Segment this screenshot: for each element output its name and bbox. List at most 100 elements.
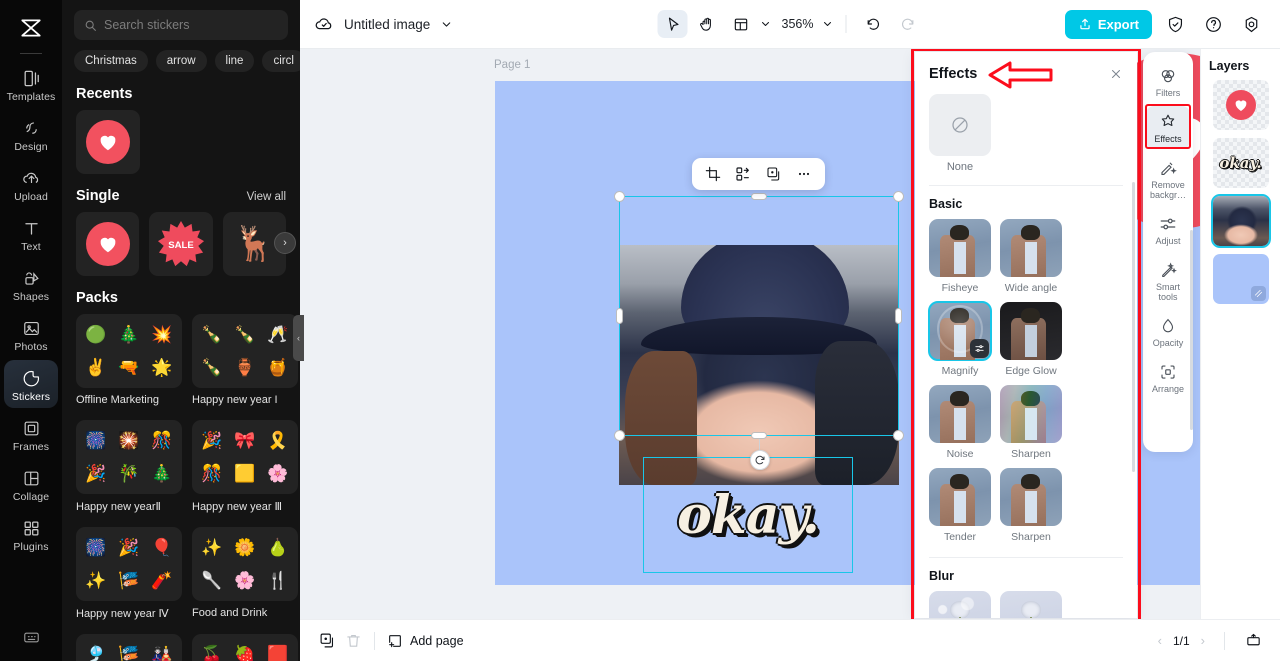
- effect-none-tile[interactable]: [929, 94, 991, 156]
- duplicate-icon[interactable]: [762, 162, 786, 186]
- effect-item-edge-glow[interactable]: Edge Glow: [1000, 302, 1062, 377]
- sidebar-item-frames[interactable]: Frames: [4, 410, 58, 458]
- pack-item[interactable]: ✨ 🌼 🍐 🥄 🌸 🍴 Food and Drink: [192, 527, 298, 630]
- duplicate-page-icon[interactable]: [314, 628, 340, 654]
- keyboard-icon[interactable]: [22, 628, 41, 647]
- hand-tool-button[interactable]: [692, 10, 722, 38]
- document-title[interactable]: Untitled image: [344, 17, 430, 32]
- undo-button[interactable]: [858, 10, 888, 38]
- layer-item-okay-text[interactable]: okay.: [1212, 138, 1269, 188]
- sidebar-item-collage[interactable]: Collage: [4, 460, 58, 508]
- tools-rail-scrollbar[interactable]: [1190, 230, 1193, 430]
- tool-filters[interactable]: Filters: [1146, 60, 1190, 103]
- shield-check-icon[interactable]: [1160, 10, 1190, 38]
- upload-icon: [20, 167, 42, 189]
- tool-remove-background[interactable]: Remove backgr…: [1146, 152, 1190, 205]
- present-icon[interactable]: [1240, 628, 1266, 654]
- text-layer-selection-box[interactable]: okay.: [643, 457, 853, 573]
- sidebar-item-templates[interactable]: Templates: [4, 60, 58, 108]
- add-page-button[interactable]: Add page: [387, 633, 464, 649]
- layout-chevron-down-icon[interactable]: [760, 18, 772, 30]
- chevron-left-icon[interactable]: ‹: [1154, 633, 1166, 648]
- effect-item-fisheye[interactable]: Fisheye: [929, 219, 991, 294]
- select-tool-button[interactable]: [657, 10, 688, 38]
- effect-item-sharpen[interactable]: Sharpen: [1000, 385, 1062, 460]
- pack-item[interactable]: 🍾 🍾 🥂 🍾 🏺 🍯 Happy new year I: [192, 314, 298, 416]
- redo-button[interactable]: [892, 10, 922, 38]
- rotate-handle[interactable]: [750, 450, 770, 470]
- split-shape-icon[interactable]: [731, 162, 755, 186]
- tool-adjust[interactable]: Adjust: [1146, 208, 1190, 251]
- carousel-next-button[interactable]: ›: [274, 232, 296, 254]
- panel-collapse-handle[interactable]: ‹: [293, 315, 304, 361]
- gear-icon[interactable]: [1236, 10, 1266, 38]
- sidebar-item-stickers[interactable]: Stickers: [4, 360, 58, 408]
- photo-selection-box[interactable]: [614, 191, 904, 441]
- single-heading: Single: [76, 188, 120, 204]
- sidebar-item-photos[interactable]: Photos: [4, 310, 58, 358]
- effect-thumbnail: [1000, 591, 1062, 618]
- resize-handle-bottom-right[interactable]: [893, 430, 904, 441]
- trash-icon[interactable]: [340, 628, 366, 654]
- effect-item-noise[interactable]: Noise: [929, 385, 991, 460]
- zoom-level-value[interactable]: 356%: [782, 17, 814, 31]
- sidebar-item-plugins[interactable]: Plugins: [4, 510, 58, 558]
- pack-thumbnail: 🎐 🎏 🎎: [76, 634, 182, 661]
- shapes-icon: [20, 267, 42, 289]
- sticker-item-heart[interactable]: [76, 110, 140, 174]
- effect-item-sharpen-2[interactable]: Sharpen: [1000, 468, 1062, 543]
- resize-handle-left[interactable]: [616, 308, 623, 324]
- tag-chip[interactable]: arrow: [155, 50, 207, 72]
- chevron-right-icon[interactable]: ›: [1197, 633, 1209, 648]
- layer-item-heart[interactable]: [1212, 80, 1269, 130]
- sidebar-item-upload[interactable]: Upload: [4, 160, 58, 208]
- pack-item[interactable]: 🎉 🎀 🎗️ 🎊 🟨 🌸 Happy new year Ⅲ: [192, 420, 298, 523]
- document-title-group: Untitled image: [314, 14, 453, 34]
- tag-chip[interactable]: Christmas: [74, 50, 148, 72]
- pack-item[interactable]: 🎆 🎉 🎈 ✨ 🎏 🧨 Happy new year Ⅳ: [76, 527, 182, 630]
- search-input[interactable]: Search stickers: [74, 10, 288, 40]
- sticker-item-sale[interactable]: SALE: [149, 212, 213, 276]
- capcut-logo-icon[interactable]: [11, 8, 51, 48]
- resize-handle-top-left[interactable]: [614, 191, 625, 202]
- layout-tool-button[interactable]: [726, 10, 756, 38]
- effect-item-bubble[interactable]: Bubble: [929, 591, 991, 618]
- sidebar-item-text[interactable]: Text: [4, 210, 58, 258]
- pack-item[interactable]: 🍒 🍓 🟥: [192, 634, 298, 661]
- sidebar-item-shapes[interactable]: Shapes: [4, 260, 58, 308]
- zoom-chevron-down-icon[interactable]: [821, 18, 833, 30]
- tool-opacity[interactable]: Opacity: [1146, 310, 1190, 353]
- tool-effects[interactable]: Effects: [1146, 106, 1190, 149]
- pack-row: 🎐 🎏 🎎 🍒 🍓 🟥: [76, 634, 298, 661]
- pack-item[interactable]: 🎆 🎇 🎊 🎉 🎋 🎄 Happy new yearⅡ: [76, 420, 182, 523]
- layer-item-background[interactable]: [1212, 254, 1269, 304]
- effects-panel-scrollbar[interactable]: [1132, 182, 1135, 472]
- question-circle-icon[interactable]: [1198, 10, 1228, 38]
- resize-handle-right[interactable]: [895, 308, 902, 324]
- sidebar-item-design[interactable]: Design: [4, 110, 58, 158]
- effect-item-wide-angle[interactable]: Wide angle: [1000, 219, 1062, 294]
- resize-handle-bottom[interactable]: [751, 432, 767, 439]
- effect-item-magnify[interactable]: Magnify: [928, 301, 992, 377]
- effect-item-tender[interactable]: Tender: [929, 468, 991, 543]
- effect-item-low-quality[interactable]: Low Quality: [1000, 591, 1062, 618]
- resize-handle-top[interactable]: [751, 193, 767, 200]
- effect-settings-icon[interactable]: [970, 339, 989, 358]
- view-all-link[interactable]: View all: [247, 191, 286, 203]
- pack-item[interactable]: 🟢 🎄 💥 ✌️ 🔫 🌟 Offline Marketing: [76, 314, 182, 416]
- tag-chip[interactable]: line: [214, 50, 255, 72]
- resize-handle-bottom-left[interactable]: [614, 430, 625, 441]
- layer-item-photo[interactable]: [1210, 194, 1271, 248]
- resize-handle-top-right[interactable]: [893, 191, 904, 202]
- close-icon[interactable]: [1109, 67, 1123, 81]
- heart-icon: [1225, 90, 1256, 120]
- more-horizontal-icon[interactable]: [792, 162, 816, 186]
- tool-arrange[interactable]: Arrange: [1146, 356, 1190, 399]
- sticker-item-heart[interactable]: [76, 212, 140, 276]
- tool-smart-tools[interactable]: Smart tools: [1146, 254, 1190, 307]
- tag-chip[interactable]: circl: [262, 50, 300, 72]
- pack-item[interactable]: 🎐 🎏 🎎: [76, 634, 182, 661]
- chevron-down-icon[interactable]: [440, 18, 453, 31]
- export-button[interactable]: Export: [1064, 9, 1152, 39]
- crop-icon[interactable]: [701, 162, 725, 186]
